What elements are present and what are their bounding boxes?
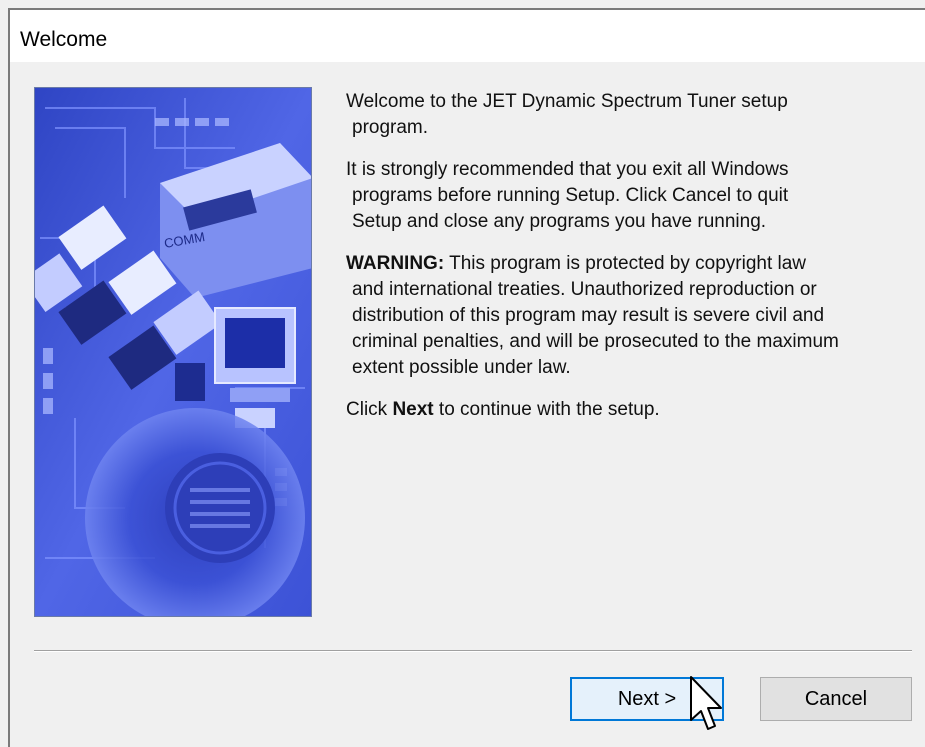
warning-line-2: and international treaties. Unauthorized… [352, 279, 817, 300]
warning-line-1-text: This program is protected by copyright l… [444, 253, 807, 274]
setup-banner-image: COMM [34, 87, 312, 617]
title-bar[interactable]: Welcome [8, 8, 925, 62]
intro-line-2: program. [352, 117, 429, 138]
window-title: Welcome [20, 28, 108, 51]
welcome-text-area: Welcome to the JET Dynamic Spectrum Tune… [346, 89, 906, 439]
recommend-line-2: programs before running Setup. Click Can… [352, 185, 789, 206]
button-divider [34, 650, 912, 652]
warning-line-5: extent possible under law. [352, 357, 571, 378]
recommend-line-3: Setup and close any programs you have ru… [352, 211, 767, 232]
banner-illustration: COMM [35, 88, 311, 616]
continue-paragraph: Click Next to continue with the setup. [346, 397, 906, 423]
warning-paragraph: WARNING: This program is protected by co… [346, 251, 906, 381]
intro-line-1: Welcome to the JET Dynamic Spectrum Tune… [346, 91, 788, 112]
warning-label: WARNING: [346, 253, 445, 274]
continue-suffix: to continue with the setup. [433, 399, 660, 420]
recommendation-paragraph: It is strongly recommended that you exit… [346, 157, 906, 235]
continue-prefix: Click [346, 399, 393, 420]
warning-line-4: criminal penalties, and will be prosecut… [352, 331, 839, 352]
setup-wizard-window: Welcome COMM Welcome to the JET Dynamic … [0, 0, 925, 747]
intro-paragraph: Welcome to the JET Dynamic Spectrum Tune… [346, 89, 906, 141]
recommend-line-1: It is strongly recommended that you exit… [346, 159, 789, 180]
warning-line-1: WARNING: This program is protected by co… [346, 251, 906, 277]
mouse-pointer-icon [690, 676, 722, 730]
cancel-button[interactable]: Cancel [760, 677, 912, 721]
continue-next-word: Next [392, 399, 434, 420]
warning-line-3: distribution of this program may result … [352, 305, 825, 326]
